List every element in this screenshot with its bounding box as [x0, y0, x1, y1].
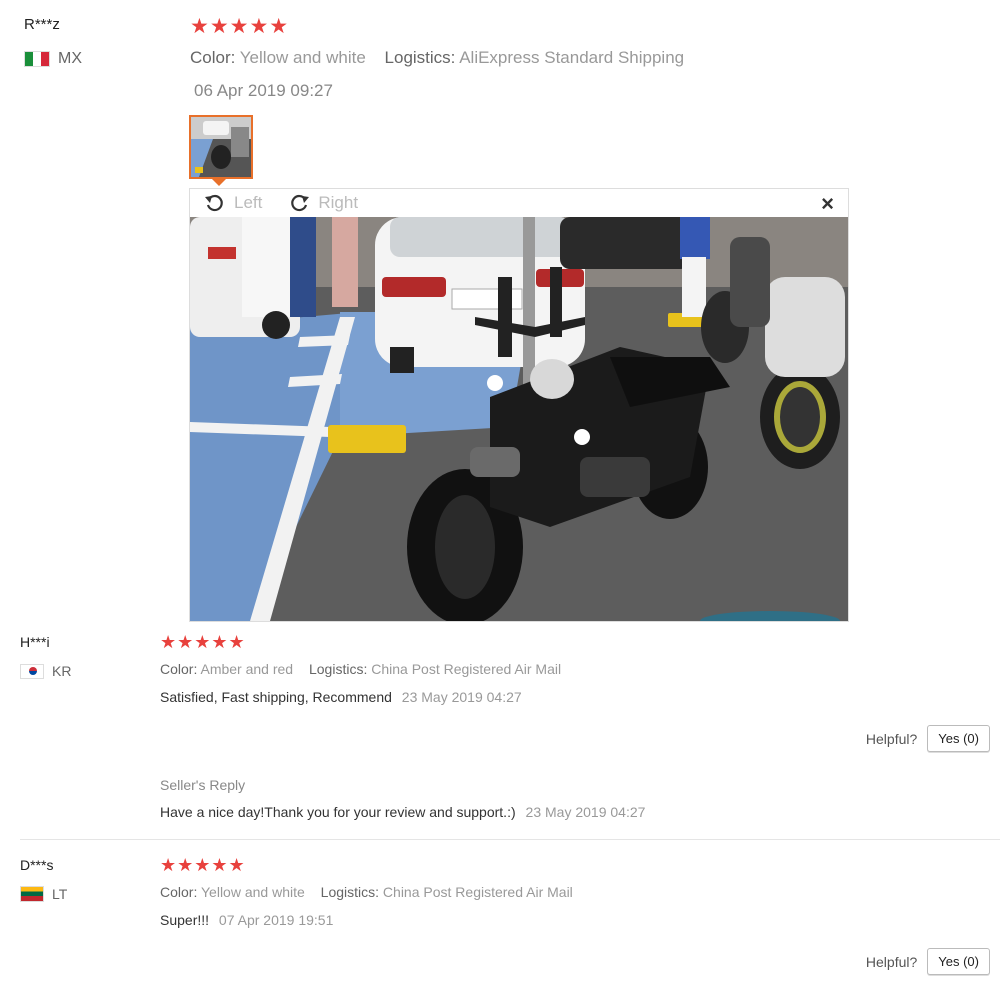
review-divider — [20, 839, 1000, 840]
seller-reply-date: 23 May 2019 04:27 — [525, 804, 646, 820]
rating-stars: ★★★★★ — [190, 15, 290, 38]
reviewer-country: KR — [20, 663, 71, 679]
rotate-right-icon[interactable] — [288, 192, 310, 214]
rotate-left-button[interactable]: Left — [234, 193, 262, 213]
seller-reply: Have a nice day!Thank you for your revie… — [160, 804, 645, 820]
review-attributes: Color: Yellow and white Logistics: China… — [160, 884, 573, 900]
review-date: 23 May 2019 04:27 — [401, 689, 522, 705]
country-code: MX — [58, 50, 82, 67]
reviewer-name: D***s — [20, 857, 54, 873]
review-photo-thumbnail[interactable] — [189, 115, 253, 179]
seller-reply-text: Have a nice day!Thank you for your revie… — [160, 804, 516, 820]
color-value: Yellow and white — [239, 48, 366, 67]
reviewer-name: R***z — [24, 16, 60, 33]
lithuania-flag-icon — [20, 886, 44, 902]
rotate-left-icon[interactable] — [204, 192, 226, 214]
reviewer-name: H***i — [20, 634, 50, 650]
image-viewer: Left Right × — [189, 188, 849, 622]
rotate-right-button[interactable]: Right — [318, 193, 358, 213]
mexico-flag-icon — [24, 51, 50, 67]
review-attributes: Color: Yellow and white Logistics: AliEx… — [190, 48, 684, 68]
reviewer-country: LT — [20, 886, 67, 902]
country-code: KR — [52, 663, 72, 679]
country-code: LT — [52, 886, 68, 902]
viewer-toolbar: Left Right × — [190, 189, 848, 217]
helpful-label: Helpful? — [865, 730, 918, 747]
motorcycle-photo — [190, 217, 848, 621]
color-value: Amber and red — [200, 661, 294, 677]
review-content: Satisfied, Fast shipping, Recommend 23 M… — [160, 689, 522, 705]
helpful-section: Helpful? Yes (0) — [866, 725, 990, 752]
review-date: 06 Apr 2019 09:27 — [194, 81, 333, 100]
review-content: Super!!! 07 Apr 2019 19:51 — [160, 912, 333, 928]
thumbnail-image — [191, 117, 251, 177]
color-value: Yellow and white — [201, 884, 305, 900]
helpful-section: Helpful? Yes (0) — [866, 948, 990, 975]
color-label: Color: — [190, 48, 236, 67]
logistics-label: Logistics: — [384, 48, 456, 67]
reviewer-country: MX — [24, 50, 82, 68]
logistics-label: Logistics: — [308, 661, 368, 677]
logistics-value: China Post Registered Air Mail — [382, 884, 573, 900]
color-label: Color: — [160, 884, 198, 900]
rating-stars: ★★★★★ — [160, 855, 246, 875]
seller-reply-label: Seller's Reply — [160, 777, 246, 793]
color-label: Color: — [160, 661, 198, 677]
helpful-yes-button[interactable]: Yes (0) — [927, 725, 990, 752]
thumbnail-pointer — [212, 179, 226, 186]
rating-stars: ★★★★★ — [160, 632, 246, 652]
logistics-value: China Post Registered Air Mail — [371, 661, 562, 677]
review-date: 07 Apr 2019 19:51 — [218, 912, 334, 928]
south-korea-flag-icon — [20, 663, 44, 679]
close-icon[interactable]: × — [821, 191, 834, 217]
helpful-yes-button[interactable]: Yes (0) — [927, 948, 990, 975]
review-attributes: Color: Amber and red Logistics: China Po… — [160, 661, 561, 677]
helpful-label: Helpful? — [865, 953, 918, 970]
viewer-photo — [190, 217, 848, 621]
review-text: Satisfied, Fast shipping, Recommend — [160, 689, 392, 705]
logistics-label: Logistics: — [320, 884, 380, 900]
review-text: Super!!! — [160, 912, 210, 928]
logistics-value: AliExpress Standard Shipping — [459, 48, 685, 67]
